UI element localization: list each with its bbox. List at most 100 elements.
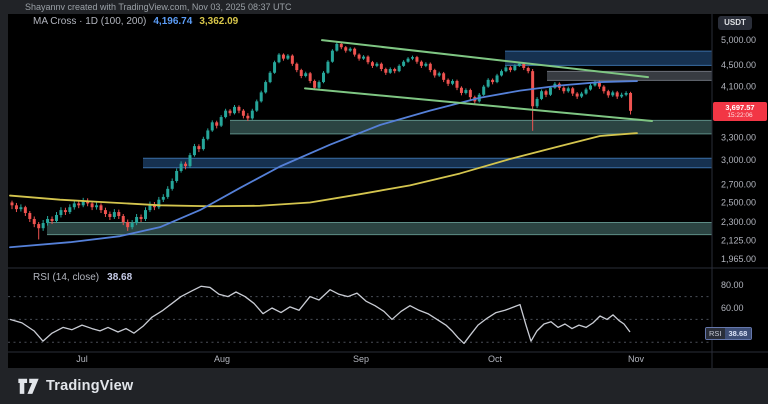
candle-body <box>233 107 236 113</box>
tradingview-logo-icon[interactable] <box>18 378 39 395</box>
candle-body <box>68 207 71 212</box>
candle-body <box>126 222 129 227</box>
supply-zone-4500 <box>505 51 712 65</box>
candle-body <box>536 99 539 106</box>
candle-body <box>100 205 103 210</box>
candle-body <box>28 213 31 219</box>
rsi-title: RSI (14, close) <box>33 272 99 283</box>
candle-body <box>500 71 503 75</box>
candle-body <box>46 219 49 223</box>
candle-body <box>326 62 329 73</box>
candle-body <box>304 73 307 76</box>
candle-body <box>415 57 418 62</box>
ma200-value: 3,362.09 <box>199 16 238 27</box>
candle-body <box>15 205 18 209</box>
candle-body <box>491 80 494 82</box>
candle-body <box>313 81 316 88</box>
candle-body <box>189 155 192 166</box>
candle-body <box>371 62 374 66</box>
candle-body <box>362 57 365 59</box>
candle-body <box>602 87 605 92</box>
candle-body <box>375 64 378 66</box>
attribution-text: Shayannv created with TradingView.com, N… <box>25 2 291 12</box>
candle-body <box>291 56 294 64</box>
candle-body <box>108 214 111 217</box>
candle-body <box>331 51 334 62</box>
candle-body <box>398 66 401 71</box>
candle-body <box>104 210 107 214</box>
candle-body <box>220 117 223 126</box>
candle-body <box>193 146 196 155</box>
candle-body <box>59 210 62 215</box>
candle-body <box>300 70 303 76</box>
candle-body <box>95 205 98 207</box>
candle-body <box>620 95 623 97</box>
candle-body <box>349 49 352 51</box>
candle-body <box>358 55 361 59</box>
price-axis[interactable] <box>712 14 768 352</box>
candle-body <box>567 88 570 91</box>
candle-body <box>282 55 285 59</box>
indicator-legend-rsi[interactable]: RSI (14, close) 38.68 <box>33 272 132 283</box>
candle-body <box>438 73 441 75</box>
candle-body <box>269 73 272 82</box>
candle-body <box>460 88 463 93</box>
candle-body <box>255 101 258 110</box>
candle-body <box>589 85 592 89</box>
support-zone-2250 <box>47 223 712 235</box>
candle-body <box>411 57 414 59</box>
candle-body <box>113 212 116 217</box>
time-axis[interactable] <box>8 352 768 368</box>
candle-body <box>73 203 76 207</box>
candle-body <box>184 164 187 166</box>
candle-body <box>380 64 383 69</box>
candle-body <box>509 67 512 70</box>
candle-body <box>433 70 436 75</box>
candle-body <box>224 111 227 117</box>
candle-body <box>135 217 138 223</box>
candle-body <box>384 69 387 73</box>
candle-body <box>344 47 347 50</box>
candle-body <box>469 90 472 97</box>
candle-body <box>424 64 427 66</box>
candle-body <box>166 189 169 197</box>
rsi-badge-value: 38.68 <box>725 328 752 339</box>
candle-body <box>429 64 432 70</box>
countdown-timer: 15:22:06 <box>713 112 767 120</box>
candle-body <box>295 64 298 70</box>
candle-body <box>206 130 209 138</box>
last-price-value: 3,697.57 <box>713 104 767 112</box>
candle-body <box>335 44 338 51</box>
candle-body <box>407 59 410 62</box>
candle-body <box>144 210 147 219</box>
candle-body <box>229 111 232 114</box>
support-zone-3450 <box>230 120 712 134</box>
candle-body <box>482 87 485 95</box>
candle-body <box>340 44 343 47</box>
candle-body <box>55 215 58 221</box>
candle-body <box>117 212 120 216</box>
candle-body <box>629 93 632 111</box>
candle-body <box>309 73 312 81</box>
candle-body <box>393 69 396 71</box>
candle-body <box>420 62 423 66</box>
candle-body <box>456 81 459 88</box>
candle-body <box>122 216 125 222</box>
candle-body <box>607 91 610 95</box>
candle-body <box>562 88 565 91</box>
candle-body <box>625 93 628 95</box>
candle-body <box>487 80 490 87</box>
candle-body <box>353 49 356 55</box>
candle-body <box>33 219 36 224</box>
candle-body <box>197 146 200 149</box>
tradingview-brand-text[interactable]: TradingView <box>46 378 133 394</box>
candle-body <box>171 181 174 189</box>
currency-badge[interactable]: USDT <box>718 16 752 30</box>
candle-body <box>251 111 254 119</box>
candle-body <box>11 202 14 205</box>
indicator-legend-ma-cross[interactable]: MA Cross · 1D (100, 200) 4,196.74 3,362.… <box>33 16 238 27</box>
candle-body <box>518 64 521 66</box>
candle-body <box>260 92 263 101</box>
candle-body <box>175 171 178 181</box>
candle-body <box>585 89 588 93</box>
